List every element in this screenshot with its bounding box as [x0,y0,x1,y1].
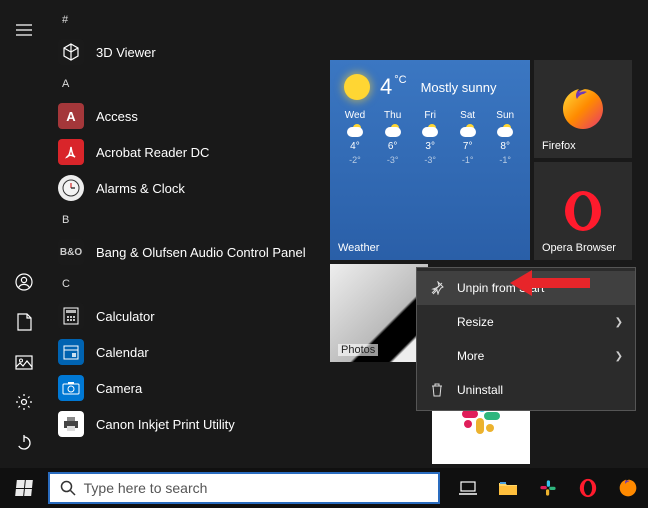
app-item-calendar[interactable]: Calendar [48,334,326,370]
access-icon: A [58,103,84,129]
opera-icon [561,189,605,233]
settings-button[interactable] [0,382,48,422]
weather-forecast: Wed4°-2° Thu6°-3° Fri3°-3° Sat7°-1° Sun8… [330,108,530,165]
app-item-alarms[interactable]: Alarms & Clock [48,170,326,206]
app-label: 3D Viewer [96,45,156,60]
hamburger-button[interactable] [0,10,48,50]
chevron-right-icon: ❯ [615,317,623,328]
ctx-label: Uninstall [457,383,503,397]
weather-current: 4°C Mostly sunny [330,60,530,108]
calculator-icon [58,303,84,329]
weather-temp: 4 [380,74,392,99]
taskbar-task-view[interactable] [448,468,488,508]
group-letter[interactable]: # [48,6,326,34]
ctx-more[interactable]: More ❯ [417,339,635,373]
folder-icon [498,480,518,496]
ctx-uninstall[interactable]: Uninstall [417,373,635,407]
opera-tile[interactable]: Opera Browser [534,162,632,260]
cube-icon [58,39,84,65]
unpin-icon [429,281,445,295]
search-placeholder: Type here to search [84,480,208,496]
app-label: Camera [96,381,142,396]
group-letter[interactable]: A [48,70,326,98]
app-item-canon[interactable]: Canon Inkjet Print Utility [48,406,326,442]
cloud-sun-icon [345,124,365,138]
app-item-camera[interactable]: Camera [48,370,326,406]
cloud-sun-icon [383,124,403,138]
app-label: Alarms & Clock [96,181,185,196]
tile-label: Firefox [542,140,576,152]
app-item-access[interactable]: A Access [48,98,326,134]
taskbar-slack[interactable] [528,468,568,508]
photos-tile[interactable]: Photos [330,264,428,362]
user-account-button[interactable] [0,262,48,302]
weather-condition: Mostly sunny [421,80,497,95]
camera-icon [58,375,84,401]
opera-icon [578,478,598,498]
ctx-resize[interactable]: Resize ❯ [417,305,635,339]
search-icon [60,480,76,496]
task-view-icon [459,481,477,495]
slack-icon [538,478,558,498]
tile-label: Opera Browser [542,242,616,254]
calendar-icon [58,339,84,365]
bang-olufsen-icon: B&O [58,239,84,265]
app-item-calculator[interactable]: Calculator [48,298,326,334]
tile-label: Photos [338,344,378,356]
ctx-label: More [457,349,484,363]
app-label: Canon Inkjet Print Utility [96,417,235,432]
app-item-bang-olufsen[interactable]: B&O Bang & Olufsen Audio Control Panel [48,234,326,270]
app-label: Calendar [96,345,149,360]
tile-label: Weather [338,242,379,254]
app-label: Bang & Olufsen Audio Control Panel [96,245,306,260]
left-rail [0,0,48,468]
cloud-sun-icon [458,124,478,138]
firefox-icon [618,478,638,498]
group-letter[interactable]: B [48,206,326,234]
app-label: Access [96,109,138,124]
pictures-button[interactable] [0,342,48,382]
all-apps-list: # 3D Viewer A A Access Acrobat Reader DC… [48,0,326,468]
taskbar-opera[interactable] [568,468,608,508]
ctx-label: Resize [457,315,494,329]
firefox-tile[interactable]: Firefox [534,60,632,158]
app-item-acrobat[interactable]: Acrobat Reader DC [48,134,326,170]
app-label: Acrobat Reader DC [96,145,209,160]
taskbar-firefox[interactable] [608,468,648,508]
firefox-icon [559,85,607,133]
app-item-3d-viewer[interactable]: 3D Viewer [48,34,326,70]
taskbar: Type here to search [0,468,648,508]
chevron-right-icon: ❯ [615,351,623,362]
weather-tile[interactable]: 4°C Mostly sunny Wed4°-2° Thu6°-3° Fri3°… [330,60,530,260]
power-button[interactable] [0,422,48,462]
taskbar-search[interactable]: Type here to search [48,472,440,504]
cloud-sun-icon [495,124,515,138]
cloud-sun-icon [420,124,440,138]
start-menu: # 3D Viewer A A Access Acrobat Reader DC… [0,0,648,468]
acrobat-icon [58,139,84,165]
sun-icon [344,74,370,100]
annotation-arrow [530,278,590,288]
app-label: Calculator [96,309,155,324]
weather-unit: °C [394,74,406,86]
taskbar-file-explorer[interactable] [488,468,528,508]
documents-button[interactable] [0,302,48,342]
clock-icon [58,175,84,201]
printer-icon [58,411,84,437]
group-letter[interactable]: C [48,270,326,298]
windows-logo-icon [15,480,33,496]
start-button[interactable] [0,468,48,508]
trash-icon [429,383,445,397]
